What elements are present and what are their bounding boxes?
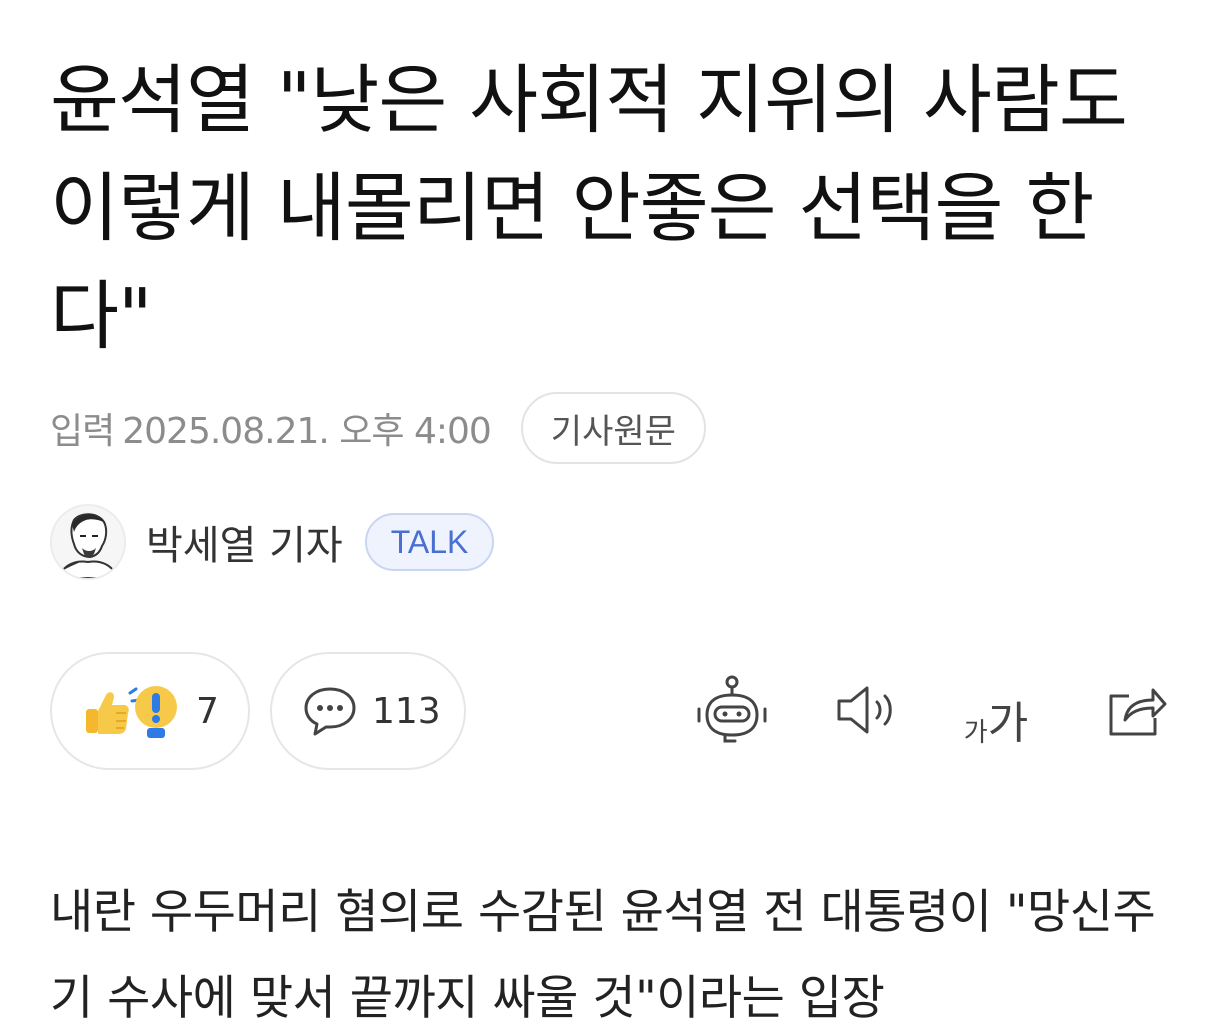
font-size-small-glyph: 가 xyxy=(963,718,988,748)
speech-bubble-icon xyxy=(304,687,356,736)
article-meta: 입력 2025.08.21. 오후 4:00 기사원문 xyxy=(50,390,706,466)
robot-icon xyxy=(697,675,767,743)
thumbs-up-exclaim-icon xyxy=(86,686,177,738)
published-date: 2025.08.21. 오후 4:00 xyxy=(122,411,492,452)
talk-button[interactable]: TALK xyxy=(364,513,495,571)
author-avatar[interactable] xyxy=(50,504,126,580)
speaker-icon xyxy=(837,686,892,734)
comment-button[interactable]: 113 xyxy=(270,652,466,770)
date-label: 입력 xyxy=(50,411,115,452)
reaction-count: 7 xyxy=(196,690,219,732)
author-row: 박세열 기자 TALK xyxy=(50,504,495,580)
audio-read-button[interactable] xyxy=(830,672,906,748)
font-size-large-glyph: 가 xyxy=(987,698,1029,749)
font-size-button[interactable]: 가 가 xyxy=(958,672,1034,749)
summary-bot-button[interactable] xyxy=(694,672,770,748)
share-icon xyxy=(1109,688,1167,736)
share-button[interactable] xyxy=(1098,672,1174,748)
reaction-button[interactable]: 7 xyxy=(50,652,250,770)
original-article-button[interactable]: 기사원문 xyxy=(520,392,706,464)
comment-count: 113 xyxy=(372,690,441,732)
author-portrait-icon xyxy=(52,506,124,578)
article-body: 내란 우두머리 혐의로 수감된 윤석열 전 대통령이 "망신주기 수사에 맞서 … xyxy=(50,885,1156,1026)
author-name[interactable]: 박세열 기자 xyxy=(146,513,343,571)
article-page: 윤석열 "낮은 사회적 지위의 사람도 이렇게 내몰리면 안좋은 선택을 한다"… xyxy=(0,0,1220,1028)
article-headline: 윤석열 "낮은 사회적 지위의 사람도 이렇게 내몰리면 안좋은 선택을 한다" xyxy=(50,56,1128,360)
